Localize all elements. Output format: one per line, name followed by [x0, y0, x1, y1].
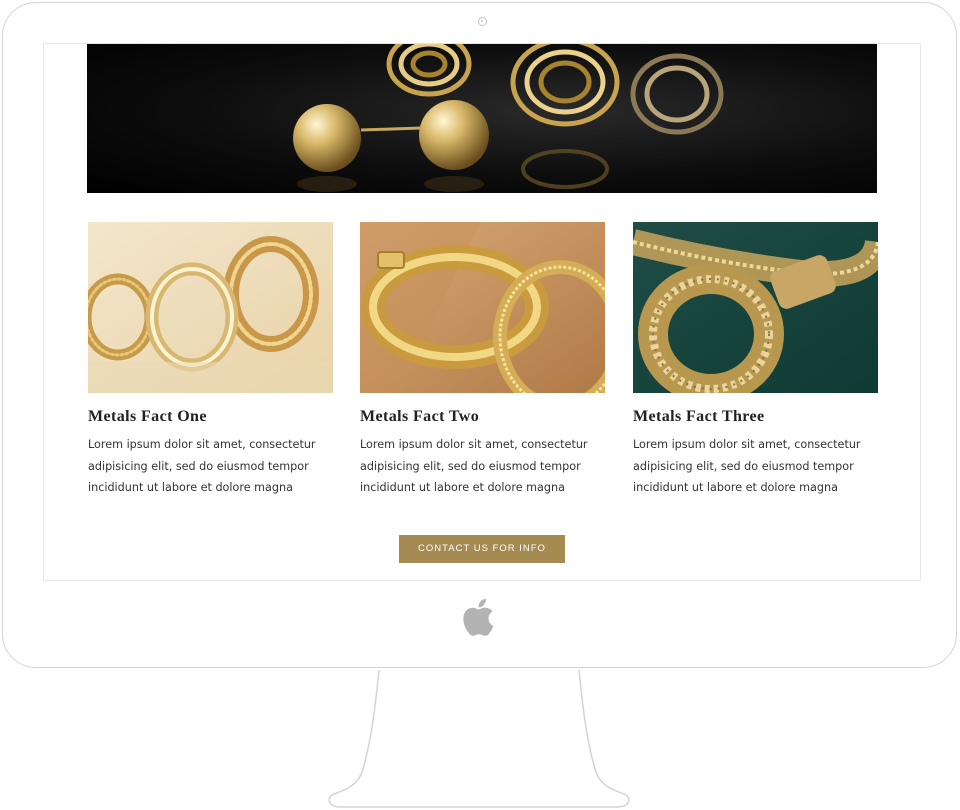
camera-icon: [478, 17, 487, 26]
fact-three-text: Lorem ipsum dolor sit amet, consectetur …: [633, 438, 861, 494]
website-screen: Metals Fact One Lorem ipsum dolor sit am…: [43, 43, 921, 581]
fact-one-title: Metals Fact One: [88, 408, 207, 425]
fact-three-title: Metals Fact Three: [633, 408, 765, 425]
contact-us-button[interactable]: CONTACT US FOR INFO: [399, 535, 565, 563]
gold-mesh-ring-photo: [633, 222, 878, 393]
hero-banner-image: [87, 44, 877, 193]
gold-bangle-photo: [360, 222, 605, 393]
apple-logo-icon: [463, 598, 494, 636]
gold-rings-photo: [88, 222, 333, 393]
fact-one-text: Lorem ipsum dolor sit amet, consectetur …: [88, 438, 316, 494]
fact-two-text: Lorem ipsum dolor sit amet, consectetur …: [360, 438, 588, 494]
fact-two-title: Metals Fact Two: [360, 408, 480, 425]
